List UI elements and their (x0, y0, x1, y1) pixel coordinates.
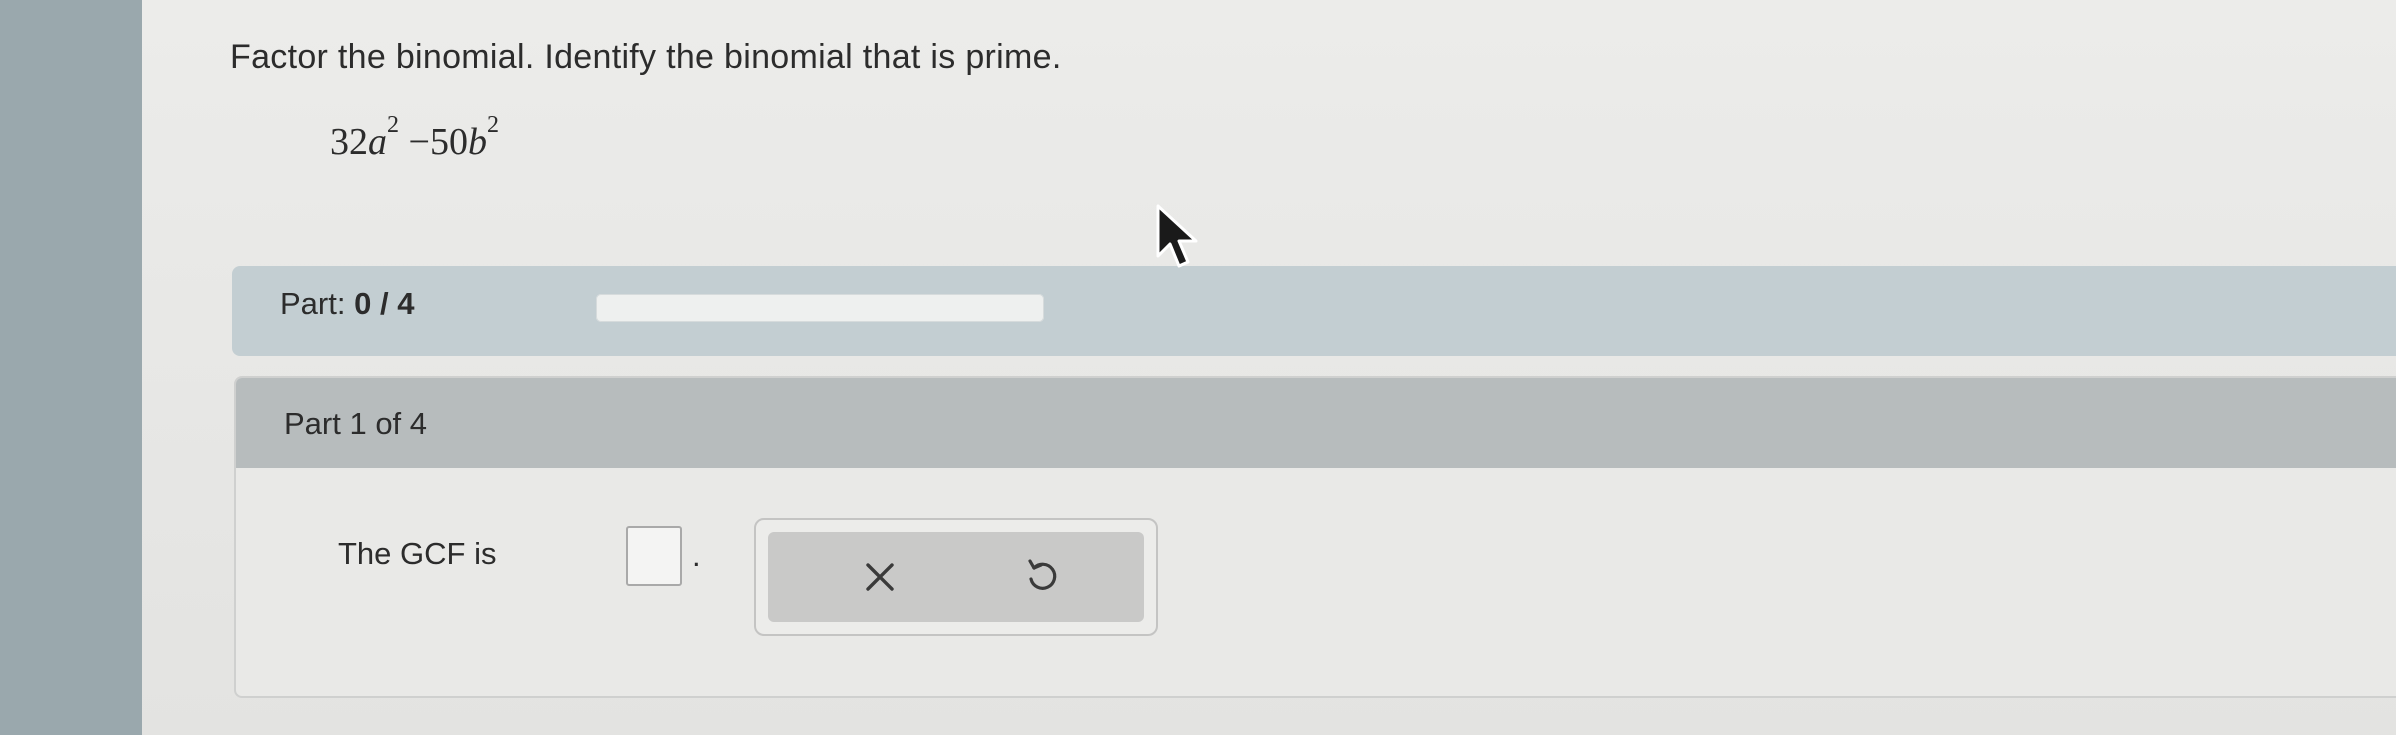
part-progress-bar: Part: 0 / 4 (232, 266, 2396, 356)
expression-coefficient-2: 50 (429, 121, 468, 163)
undo-icon (1028, 559, 1057, 590)
mouse-cursor-icon (1156, 204, 1198, 268)
answer-tool-panel (754, 518, 1158, 636)
part-counter-separator: / (379, 286, 389, 321)
expression-exponent-1: 2 (387, 112, 399, 139)
main-content: Factor the binomial. Identify the binomi… (142, 0, 2396, 735)
answer-tool-tray (768, 532, 1144, 622)
part-title: Part 1 of 4 (284, 406, 428, 441)
binomial-expression: 32a2 −50b2 (330, 112, 499, 164)
question-prompt: Factor the binomial. Identify the binomi… (230, 38, 1062, 76)
part-card-header: Part 1 of 4 (236, 378, 2396, 468)
gcf-label: The GCF is (338, 536, 497, 571)
sentence-period: . (692, 538, 701, 573)
part-card: Part 1 of 4 (234, 376, 2396, 698)
progress-track (596, 294, 1044, 322)
part-counter-current: 0 (354, 286, 372, 321)
part-counter-total: 4 (397, 286, 415, 321)
x-icon (866, 563, 894, 591)
expression-variable-1: a (368, 121, 387, 163)
undo-button[interactable] (982, 532, 1102, 622)
expression-coefficient-1: 32 (330, 121, 368, 163)
part-counter: Part: 0 / 4 (280, 286, 414, 322)
left-rail (0, 0, 142, 735)
expression-exponent-2: 2 (486, 112, 499, 139)
clear-button[interactable] (820, 532, 940, 622)
gcf-answer-input[interactable] (626, 526, 682, 586)
expression-variable-2: b (467, 121, 487, 163)
expression-operator: − (408, 121, 430, 163)
part-counter-label: Part: (280, 286, 346, 321)
